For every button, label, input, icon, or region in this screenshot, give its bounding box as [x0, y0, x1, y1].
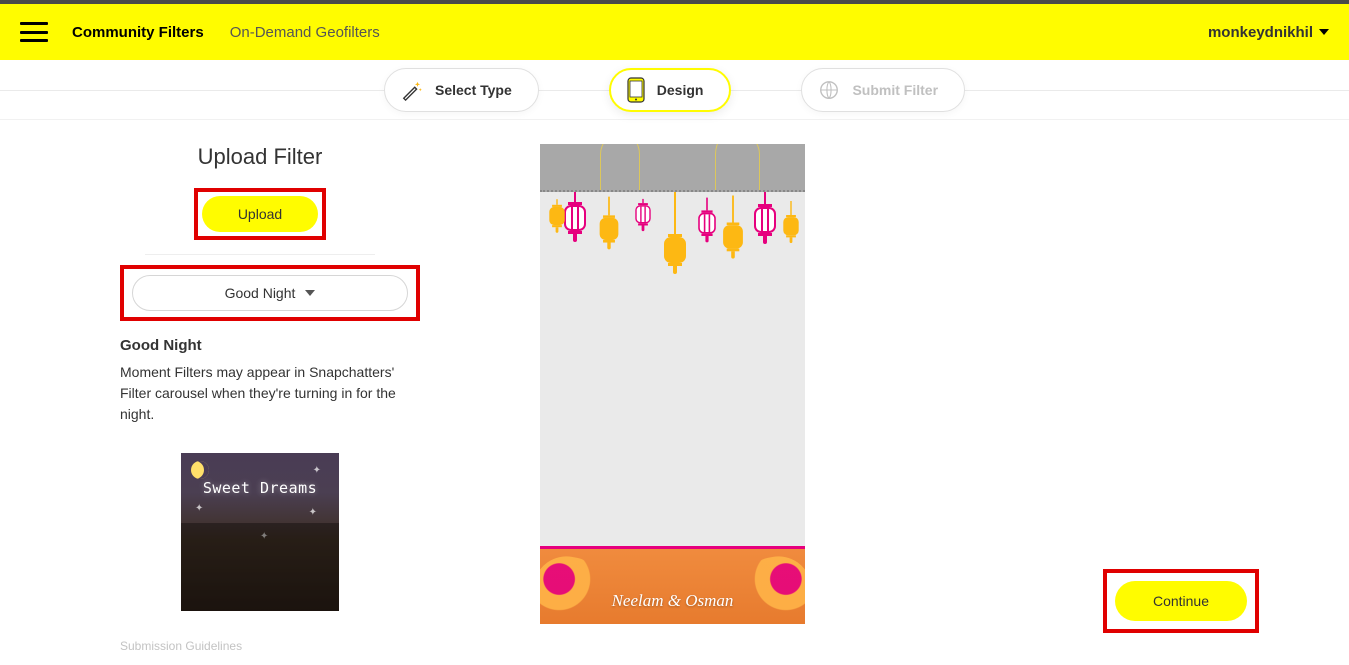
nav-ondemand-geofilters[interactable]: On-Demand Geofilters: [230, 24, 380, 41]
step-label: Submit Filter: [852, 82, 938, 98]
top-bar: Community Filters On-Demand Geofilters m…: [0, 4, 1349, 60]
filter-category-dropdown[interactable]: Good Night: [132, 275, 408, 311]
upload-filter-title: Upload Filter: [135, 144, 385, 170]
menu-icon[interactable]: [20, 22, 48, 42]
continue-button[interactable]: Continue: [1115, 581, 1247, 621]
dropdown-value: Good Night: [225, 285, 296, 301]
highlight-continue: Continue: [1103, 569, 1259, 633]
username-label: monkeydnikhil: [1208, 24, 1313, 41]
step-design[interactable]: Design: [609, 68, 732, 112]
upload-button[interactable]: Upload: [202, 196, 318, 232]
section-title: Good Night: [120, 337, 400, 354]
highlight-dropdown: Good Night: [120, 265, 420, 321]
step-label: Select Type: [435, 82, 512, 98]
thumb-text: Sweet Dreams: [181, 479, 339, 497]
step-bar: Select Type Design Submit Filter: [0, 60, 1349, 120]
phone-icon: [627, 77, 645, 103]
caret-down-icon: [1319, 29, 1329, 35]
preview-column: Mehndi Neelam & Osman: [460, 144, 805, 653]
content-area: Select Type Design Submit Filter Up: [0, 60, 1349, 653]
user-menu[interactable]: monkeydnikhil: [1208, 24, 1329, 41]
left-panel: Upload Filter Upload Good Night Good Nig…: [0, 144, 460, 653]
filter-preview: Mehndi Neelam & Osman: [540, 144, 805, 624]
example-thumbnail: Sweet Dreams ✦ ✦ ✦ ✦: [181, 453, 339, 611]
highlight-upload: Upload: [194, 188, 326, 240]
divider: [145, 254, 375, 255]
section-description: Moment Filters may appear in Snapchatter…: [120, 362, 400, 425]
wand-icon: [401, 79, 423, 101]
step-select-type[interactable]: Select Type: [384, 68, 539, 112]
chevron-down-icon: [305, 290, 315, 296]
globe-icon: [818, 79, 840, 101]
submission-guidelines-link[interactable]: Submission Guidelines: [120, 639, 400, 653]
step-submit-filter: Submit Filter: [801, 68, 965, 112]
nav-community-filters[interactable]: Community Filters: [72, 24, 204, 41]
step-label: Design: [657, 82, 704, 98]
